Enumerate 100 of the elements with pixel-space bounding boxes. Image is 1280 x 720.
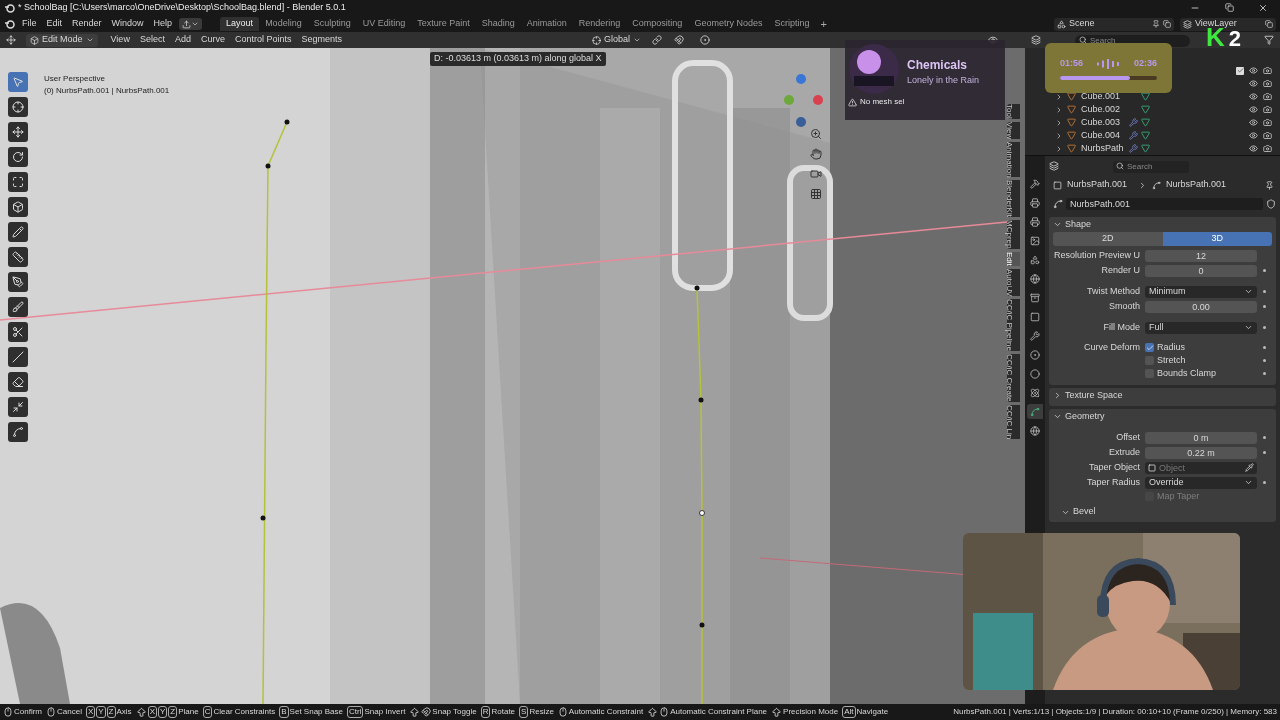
orientation-dropdown[interactable]: Global [589, 33, 644, 47]
outliner-item[interactable]: Cube.004 [1081, 128, 1129, 143]
dropdown[interactable]: Minimum [1145, 285, 1257, 298]
status-stats: NurbsPath.001 | Verts:1/13 | Objects:1/9 | Duration: 00:10+10 (Frame 0/250) | Memory: 583 [953, 706, 1277, 718]
number-field[interactable]: 0.22 m [1145, 446, 1257, 459]
scene-selector[interactable]: Scene [1054, 17, 1174, 31]
copy-icon [1265, 20, 1273, 28]
shield-icon[interactable] [1266, 199, 1276, 209]
snap-icon[interactable] [674, 35, 684, 45]
properties-tab[interactable] [1027, 404, 1043, 419]
chevron-icon [1053, 220, 1062, 229]
dropdown[interactable]: Full [1145, 321, 1257, 334]
camera-icon[interactable] [1263, 118, 1272, 127]
properties-tab[interactable] [1027, 271, 1043, 286]
add-workspace-button[interactable]: + [815, 15, 832, 33]
eye-icon[interactable] [1249, 66, 1258, 75]
workspace-tab[interactable]: Sculpting [307, 17, 357, 31]
menu-item[interactable]: Curve [195, 33, 230, 47]
properties-tab[interactable] [1027, 366, 1043, 381]
search-field[interactable]: Search [1113, 160, 1189, 173]
workspace-tab[interactable]: Geometry Nodes [688, 17, 769, 31]
eye-icon[interactable] [1249, 131, 1258, 140]
key-label: Alt [842, 706, 856, 718]
properties-tab[interactable] [1027, 328, 1043, 343]
camera-icon[interactable] [1263, 66, 1272, 75]
outliner-item[interactable]: Cube.002 [1081, 102, 1129, 117]
workspace-tab[interactable]: Animation [520, 17, 573, 31]
camera-icon[interactable] [1263, 144, 1272, 153]
workspace-tab[interactable]: Shading [475, 17, 521, 31]
mouse-icon [3, 707, 13, 717]
camera-icon[interactable] [1263, 131, 1272, 140]
key-label: Z [106, 706, 116, 718]
filter-icon[interactable] [1264, 35, 1274, 45]
mode-toggle[interactable]: 2D [1053, 232, 1163, 246]
curve-icon [1152, 180, 1162, 190]
datablock-field[interactable]: NurbsPath.001 [1066, 198, 1263, 210]
menu-item[interactable]: Add [169, 33, 196, 47]
eye-icon[interactable] [1249, 105, 1258, 114]
curve-icon[interactable] [1053, 199, 1063, 209]
panel-header[interactable]: Geometry [1053, 409, 1272, 424]
checkbox[interactable] [1236, 66, 1244, 75]
checkbox[interactable] [1145, 343, 1154, 352]
check-icon [1236, 67, 1244, 74]
menu-item[interactable]: Select [134, 33, 170, 47]
field-label: Twist Method [1086, 285, 1140, 296]
workspace-tab[interactable]: Texture Paint [411, 17, 476, 31]
dropdown[interactable]: Override [1145, 476, 1257, 489]
workspace-tab[interactable]: Rendering [572, 17, 627, 31]
camera-icon[interactable] [1263, 105, 1272, 114]
pin-icon[interactable] [1265, 180, 1274, 190]
checkbox-label: Radius [1157, 340, 1186, 354]
eye-icon[interactable] [1249, 92, 1258, 101]
checkbox-label: Stretch [1157, 353, 1187, 367]
mode-dropdown[interactable]: Edit Mode [26, 33, 98, 47]
menu-item[interactable]: Window [106, 17, 149, 31]
layers-icon [1183, 19, 1192, 29]
properties-tab[interactable] [1027, 195, 1043, 210]
mouse-icon [557, 707, 568, 717]
shapes-icon [1030, 254, 1040, 265]
number-field[interactable]: 0 m [1145, 431, 1257, 444]
menu-item[interactable]: Help [148, 17, 178, 31]
workspace-tab[interactable]: Layout [220, 17, 260, 31]
key-label: C [202, 706, 213, 718]
menu-item[interactable]: Control Points [229, 33, 297, 47]
panel-header[interactable]: Shape [1053, 217, 1272, 232]
workspace-tab[interactable]: Compositing [626, 17, 689, 31]
subpanel-header[interactable]: Bevel [1053, 505, 1096, 519]
outliner-item[interactable]: NurbsPath [1081, 141, 1129, 156]
workspace-tab[interactable]: Scripting [768, 17, 816, 31]
search-icon [1079, 36, 1087, 44]
caret-icon [191, 20, 200, 28]
workspace-tab[interactable]: UV Editing [356, 17, 412, 31]
menu-item[interactable]: Segments [296, 33, 347, 47]
eye-icon[interactable] [1249, 144, 1258, 153]
camera-icon[interactable] [1263, 92, 1272, 101]
eye-icon[interactable] [1249, 79, 1258, 88]
object-field[interactable]: Object [1145, 461, 1257, 474]
properties-tab[interactable] [1027, 347, 1043, 362]
upload-button[interactable] [179, 18, 203, 30]
menu-item[interactable]: View [105, 33, 135, 47]
chevron-icon [1053, 412, 1062, 421]
menu-item[interactable]: Render [67, 17, 107, 31]
field-label: Curve Deform [1084, 341, 1140, 352]
number-field[interactable]: 0.00 [1145, 300, 1257, 313]
workspace-tab[interactable]: Modeling [259, 17, 308, 31]
properties-tab[interactable] [1027, 423, 1043, 438]
outliner-item[interactable]: Cube.003 [1081, 115, 1129, 130]
properties-tab[interactable] [1027, 214, 1043, 229]
menu-item[interactable]: File [17, 17, 42, 31]
hint-label: Resize [529, 706, 554, 718]
mode-toggle[interactable]: 3D [1162, 232, 1272, 246]
camera-icon[interactable] [1263, 79, 1272, 88]
checkbox-label: Map Taper [1157, 489, 1201, 503]
hint-label: Clear Constraints [213, 706, 276, 718]
number-field[interactable]: 0 [1145, 264, 1257, 277]
number-field[interactable]: 12 [1145, 249, 1257, 262]
menu-item[interactable]: Edit [41, 17, 68, 31]
eye-icon[interactable] [1249, 118, 1258, 127]
hint-label: Plane [178, 706, 199, 718]
outliner-item[interactable]: Cube.001 [1081, 89, 1129, 104]
